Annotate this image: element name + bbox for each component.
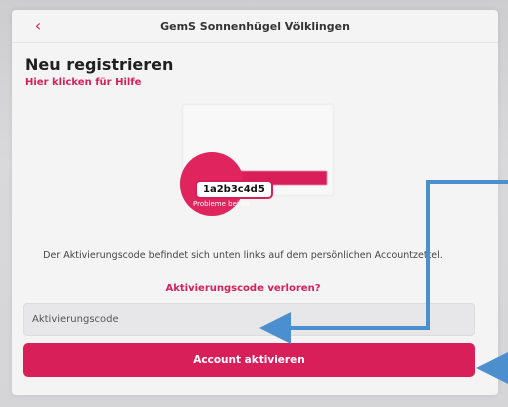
annotation-arrows (259, 180, 508, 384)
arrow-to-input (259, 180, 508, 344)
